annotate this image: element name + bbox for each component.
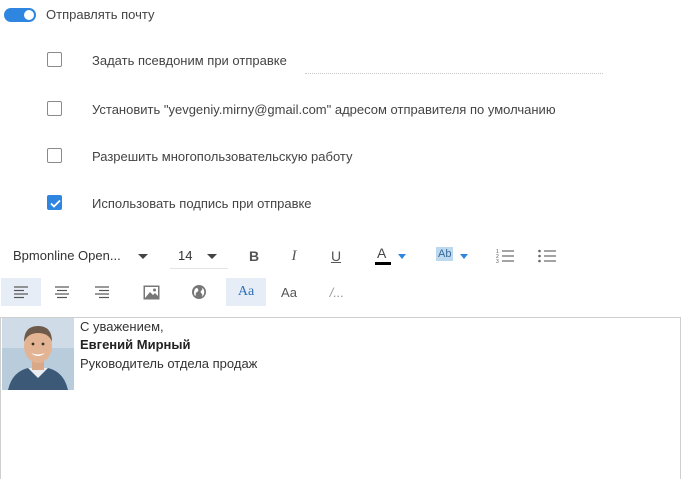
numbered-list-button[interactable]: 1 2 3 [494,243,516,269]
text-style-alt-button[interactable]: Aa [278,278,300,306]
send-mail-label: Отправлять почту [46,7,155,22]
clear-format-button[interactable]: /... [324,278,350,306]
chevron-down-icon [398,254,406,259]
multiuser-label: Разрешить многопользовательскую работу [92,149,353,164]
alias-input[interactable] [305,73,603,74]
chevron-down-icon [207,254,217,259]
bulleted-list-button[interactable] [536,243,558,269]
font-family-select[interactable]: Bpmonline Open... [4,243,160,269]
avatar [2,318,74,390]
font-size-value: 14 [178,248,193,263]
align-right-button[interactable] [90,278,114,306]
default-sender-checkbox[interactable] [47,101,62,116]
underline-button[interactable]: U [326,243,346,269]
signature-checkbox[interactable] [47,195,62,210]
insert-image-button[interactable] [140,278,162,306]
align-center-button[interactable] [50,278,74,306]
align-right-icon [95,286,109,299]
signature-greeting: С уважением, [80,319,164,334]
background-color-button[interactable]: Ab [433,243,473,269]
globe-icon [192,285,206,299]
signature-label: Использовать подпись при отправке [92,196,312,211]
font-size-select[interactable]: 14 [170,243,228,269]
svg-text:3: 3 [496,259,499,265]
toggle-knob [24,10,34,20]
default-sender-label: Установить "yevgeniy.mirny@gmail.com" ад… [92,102,556,117]
chevron-down-icon [460,254,468,259]
image-icon [143,285,159,299]
align-left-icon [14,286,28,299]
signature-photo [2,318,74,390]
font-color-letter: A [377,245,387,261]
align-center-icon [55,286,69,299]
insert-link-button[interactable] [188,278,210,306]
numbered-list-icon: 1 2 3 [496,249,514,265]
checkmark-icon [50,199,61,208]
bulleted-list-icon [538,249,556,263]
background-color-chip: Ab [436,247,454,261]
text-style-button[interactable]: Aa [226,278,266,306]
multiuser-checkbox[interactable] [47,148,62,163]
send-mail-toggle[interactable] [4,8,36,22]
font-color-button[interactable]: A [372,243,412,269]
signature-title: Руководитель отдела продаж [80,356,258,371]
font-family-value: Bpmonline Open... [13,248,121,263]
align-left-button[interactable] [1,278,41,306]
font-color-swatch [375,262,391,265]
alias-checkbox[interactable] [47,52,62,67]
signature-name: Евгений Мирный [80,337,191,352]
chevron-down-icon [138,254,148,259]
alias-label: Задать псевдоним при отправке [92,53,287,68]
italic-button[interactable]: I [284,243,304,269]
bold-button[interactable]: B [244,243,264,269]
